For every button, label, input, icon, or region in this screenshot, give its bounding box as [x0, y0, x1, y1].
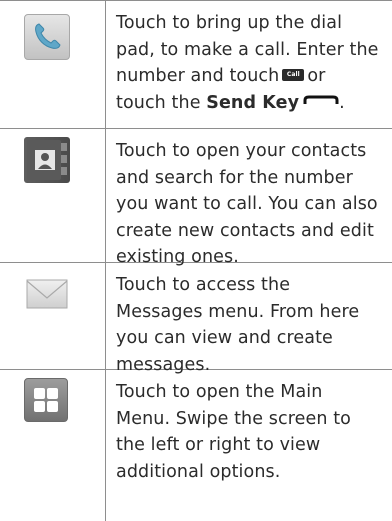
feature-table: Touch to bring up the dial pad, to make … — [0, 0, 392, 521]
table-row-dial: Touch to bring up the dial pad, to make … — [0, 0, 392, 128]
row-description: Touch to open your contacts and search f… — [116, 141, 378, 267]
phone-icon — [24, 14, 70, 60]
call-key-icon: Call — [282, 68, 305, 81]
row-description: Touch to access the Messages menu. From … — [116, 275, 360, 375]
envelope-icon — [24, 271, 70, 317]
row-description: Touch to open the Main Menu. Swipe the s… — [116, 382, 351, 482]
contacts-icon — [24, 137, 70, 183]
table-row-main-menu: Touch to open the Main Menu. Swipe the s… — [0, 369, 392, 521]
send-key-icon — [303, 95, 339, 104]
table-row-messages: Touch to access the Messages menu. From … — [0, 262, 392, 375]
table-row-contacts: Touch to open your contacts and search f… — [0, 128, 392, 267]
grid-menu-icon — [24, 378, 68, 422]
row-description: Touch to bring up the dial pad, to make … — [116, 13, 379, 113]
